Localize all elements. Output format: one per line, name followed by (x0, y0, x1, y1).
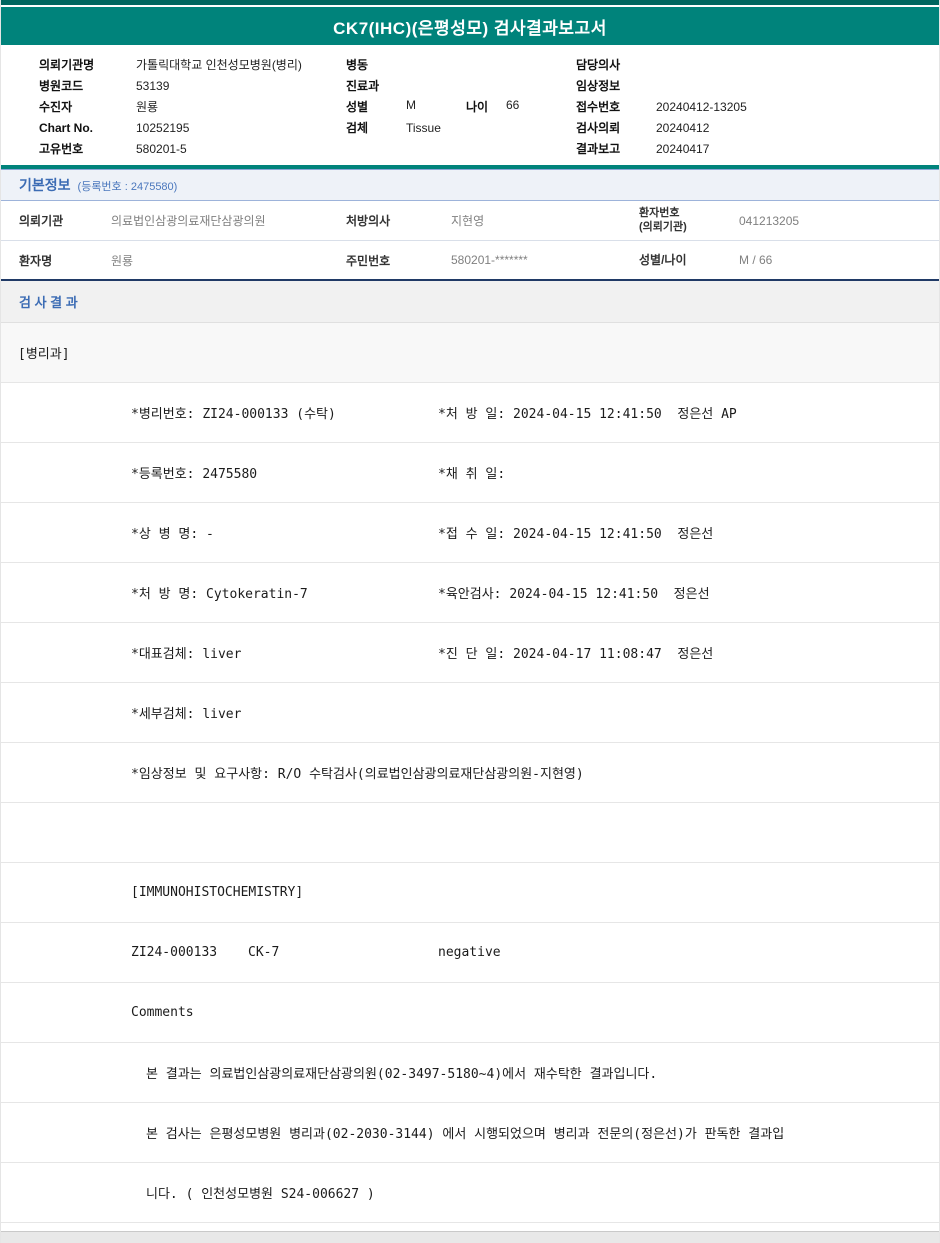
referring-org-value: 가톨릭대학교 인천성모병원(병리) (136, 58, 302, 72)
basic-info-title: 기본정보 (19, 177, 71, 193)
report-page: CK7(IHC)(은평성모) 검사결과보고서 의뢰기관명 가톨릭대학교 인천성모… (0, 0, 940, 1243)
hospital-code-value: 53139 (136, 78, 170, 93)
patient-info-row: 병원코드 53139 진료과 임상정보 (39, 75, 939, 96)
ihc-section-label: [IMMUNOHISTOCHEMISTRY] (131, 885, 304, 900)
report-date-label: 결과보고 (576, 142, 621, 156)
doctor-label: 담당의사 (576, 58, 621, 72)
patient-info-row: 의뢰기관명 가톨릭대학교 인천성모병원(병리) 병동 담당의사 (39, 54, 939, 75)
unique-no-value: 580201-5 (136, 141, 187, 156)
prescriber-label: 처방의사 (346, 214, 391, 228)
receipt-no-value: 20240412-13205 (656, 99, 747, 114)
prescriber-value: 지현영 (451, 214, 485, 228)
detail-row-diagnosis-name: *상 병 명: - *접 수 일: 2024-04-15 12:41:50 정은… (1, 503, 939, 563)
referral-org-value: 의료법인삼광의료재단삼광의원 (111, 214, 266, 228)
results-section-header: 검 사 결 과 (1, 281, 939, 323)
age-label: 나이 (466, 100, 489, 114)
department-label: [병리과] (18, 347, 70, 362)
report-title-bar: CK7(IHC)(은평성모) 검사결과보고서 (1, 7, 939, 45)
bottom-gray-strip (1, 1231, 939, 1243)
patient-no-label: 환자번호 (의뢰기관) (639, 207, 739, 235)
order-date-value: 20240412 (656, 120, 710, 135)
referring-org-label: 의뢰기관명 (39, 58, 95, 72)
diagnosis-datetime: *진 단 일: 2024-04-17 11:08:47 정은선 (438, 647, 714, 662)
sex-age-label: 성별/나이 (639, 252, 687, 267)
order-name: *처 방 명: Cytokeratin-7 (131, 587, 308, 602)
resident-no-label: 주민번호 (346, 253, 391, 268)
report-date-value: 20240417 (656, 141, 710, 156)
diagnosis-name: *상 병 명: - (131, 527, 214, 542)
patient-info-section: 의뢰기관명 가톨릭대학교 인천성모병원(병리) 병동 담당의사 병원코드 531… (1, 45, 939, 165)
patient-info-row: Chart No. 10252195 검체 Tissue 검사의뢰 202404… (39, 117, 939, 138)
sex-label: 성별 (346, 100, 369, 114)
referral-org-label: 의뢰기관 (19, 214, 64, 228)
comment-row: 니다. ( 인천성모병원 S24-006627 ) (1, 1163, 939, 1223)
comment-row: 본 검사는 은평성모병원 병리과(02-2030-3144) 에서 시행되었으며… (1, 1103, 939, 1163)
detail-row-order-name: *처 방 명: Cytokeratin-7 *육안검사: 2024-04-15 … (1, 563, 939, 623)
sub-specimen: *세부검체: liver (131, 707, 242, 722)
ward-label: 병동 (346, 58, 369, 72)
detail-row-main-specimen: *대표검체: liver *진 단 일: 2024-04-17 11:08:47… (1, 623, 939, 683)
patient-name-value: 원룡 (111, 253, 134, 268)
empty-row (1, 803, 939, 863)
results-body: [병리과] *병리번호: ZI24-000133 (수탁) *처 방 일: 20… (1, 323, 939, 1223)
chart-no-value: 10252195 (136, 120, 190, 135)
detail-row-registration-no: *등록번호: 2475580 *채 취 일: (1, 443, 939, 503)
comment-line: 본 검사는 은평성모병원 병리과(02-2030-3144) 에서 시행되었으며… (146, 1127, 785, 1142)
resident-no-value: 580201-******* (451, 253, 528, 267)
age-value: 66 (506, 98, 520, 112)
result-line-row: ZI24-000133 CK-7 negative (1, 923, 939, 983)
patient-no-value: 041213205 (739, 213, 800, 228)
result-value: negative (438, 945, 501, 960)
sex-age-group: M 나이 66 (406, 98, 576, 115)
patient-name-value: 원룡 (136, 100, 159, 114)
table-row: 환자명 원룡 주민번호 580201-******* 성별/나이 M / 66 (1, 240, 939, 279)
ihc-section-row: [IMMUNOHISTOCHEMISTRY] (1, 863, 939, 923)
patient-name-label: 환자명 (19, 253, 53, 268)
comments-label-row: Comments (1, 983, 939, 1043)
result-test-name: CK-7 (248, 945, 280, 960)
clinical-info-label: 임상정보 (576, 79, 621, 93)
basic-info-subtitle: (등록번호 : 2475580) (77, 181, 178, 193)
specimen-value: Tissue (406, 120, 441, 135)
order-date-label: 검사의뢰 (576, 121, 621, 135)
comment-line: 니다. ( 인천성모병원 S24-006627 ) (146, 1187, 375, 1202)
pathology-no: *병리번호: ZI24-000133 (수탁) (131, 407, 336, 422)
table-row: 의뢰기관 의료법인삼광의료재단삼광의원 처방의사 지현영 환자번호 (의뢰기관)… (1, 201, 939, 240)
hospital-code-label: 병원코드 (39, 79, 84, 93)
detail-row-sub-specimen: *세부검체: liver (1, 683, 939, 743)
patient-no-label-line1: 환자번호 (639, 206, 680, 219)
patient-name-label: 수진자 (39, 100, 73, 114)
department-row: [병리과] (1, 323, 939, 383)
department-label: 진료과 (346, 79, 380, 93)
sex-value: M (406, 98, 416, 112)
registration-no: *등록번호: 2475580 (131, 467, 258, 482)
comment-line: 본 결과는 의료법인삼광의료재단삼광의원(02-3497-5180~4)에서 재… (146, 1067, 658, 1082)
basic-info-header: 기본정보 (등록번호 : 2475580) (1, 169, 939, 201)
result-specimen-id: ZI24-000133 (131, 945, 218, 960)
report-title: CK7(IHC)(은평성모) 검사결과보고서 (333, 18, 607, 38)
specimen-label: 검체 (346, 121, 369, 135)
comment-row: 본 결과는 의료법인삼광의료재단삼광의원(02-3497-5180~4)에서 재… (1, 1043, 939, 1103)
collection-date: *채 취 일: (438, 467, 506, 482)
clinical-info-text: *임상정보 및 요구사항: R/O 수탁검사(의료법인삼광의료재단삼광의원-지현… (131, 767, 584, 782)
sex-age-value: M / 66 (739, 253, 773, 267)
patient-no-label-line2: (의뢰기관) (639, 220, 687, 233)
gross-exam-datetime: *육안검사: 2024-04-15 12:41:50 정은선 (438, 587, 710, 602)
results-title: 검 사 결 과 (19, 295, 78, 310)
unique-no-label: 고유번호 (39, 142, 84, 156)
detail-row-pathology-no: *병리번호: ZI24-000133 (수탁) *처 방 일: 2024-04-… (1, 383, 939, 443)
receipt-no-label: 접수번호 (576, 100, 621, 114)
clinical-info-row: *임상정보 및 요구사항: R/O 수탁검사(의료법인삼광의료재단삼광의원-지현… (1, 743, 939, 803)
patient-info-row: 고유번호 580201-5 결과보고 20240417 (39, 138, 939, 159)
order-datetime: *처 방 일: 2024-04-15 12:41:50 정은선 AP (438, 407, 737, 422)
patient-info-row: 수진자 원룡 성별 M 나이 66 접수번호 20240412-13205 (39, 96, 939, 117)
basic-info-table: 의뢰기관 의료법인삼광의료재단삼광의원 처방의사 지현영 환자번호 (의뢰기관)… (1, 201, 939, 281)
receipt-datetime: *접 수 일: 2024-04-15 12:41:50 정은선 (438, 527, 714, 542)
top-teal-strip (1, 0, 939, 5)
main-specimen: *대표검체: liver (131, 647, 242, 662)
chart-no-label: Chart No. (39, 120, 93, 135)
comments-label: Comments (131, 1005, 194, 1020)
